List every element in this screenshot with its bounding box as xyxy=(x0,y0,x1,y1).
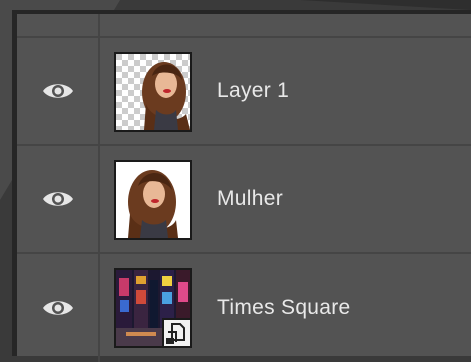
layers-panel: Layer 1 Mulher Times Square xyxy=(12,10,471,362)
layer-name[interactable]: Times Square xyxy=(217,254,351,362)
visibility-toggle[interactable] xyxy=(17,146,100,252)
layer-name[interactable]: Layer 1 xyxy=(217,38,289,144)
layer-thumbnail[interactable] xyxy=(114,160,192,240)
eye-icon[interactable] xyxy=(41,188,75,210)
portrait-transparent-thumbnail xyxy=(116,54,190,130)
layer-row-layer-1[interactable]: Layer 1 xyxy=(17,38,471,146)
eye-icon[interactable] xyxy=(41,297,75,319)
layer-name[interactable]: Mulher xyxy=(217,146,283,252)
smart-object-icon xyxy=(162,318,190,346)
layer-thumbnail[interactable] xyxy=(114,52,192,132)
eye-icon[interactable] xyxy=(41,80,75,102)
layer-row-mulher[interactable]: Mulher xyxy=(17,146,471,254)
layer-thumbnail[interactable] xyxy=(114,268,192,348)
portrait-white-thumbnail xyxy=(116,162,190,238)
visibility-column xyxy=(17,14,100,38)
visibility-toggle[interactable] xyxy=(17,38,100,144)
layer-row-partial xyxy=(17,14,471,38)
layer-row-times-square[interactable]: Times Square xyxy=(17,254,471,362)
visibility-toggle[interactable] xyxy=(17,254,100,362)
